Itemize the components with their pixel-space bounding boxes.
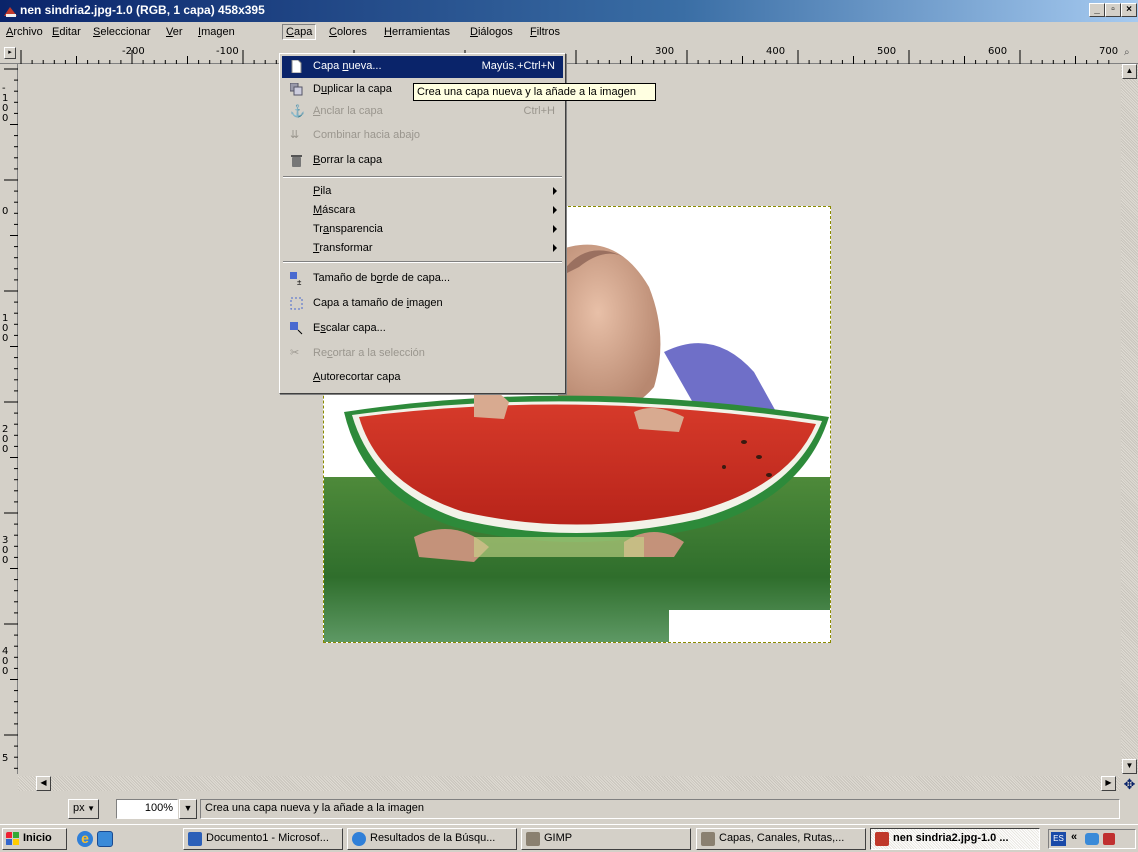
submenu-arrow-icon [553, 206, 557, 214]
taskbar-button-layers[interactable]: Capas, Canales, Rutas,... [696, 828, 866, 850]
network-icon[interactable] [1085, 833, 1099, 845]
menu-archivo[interactable]: Archivo [3, 25, 46, 41]
ruler-label: -100 [216, 46, 239, 57]
desktop-icon[interactable] [97, 831, 113, 847]
menu-separator [283, 261, 562, 263]
language-indicator[interactable]: ES [1051, 832, 1066, 846]
menu-capa[interactable]: Capa [282, 24, 317, 40]
ruler-label: 200 [2, 424, 9, 455]
taskbar: Inicio e Documento1 - Microsof... Result… [0, 824, 1138, 852]
scroll-up-button[interactable]: ▲ [1122, 64, 1137, 79]
menu-filtros[interactable]: Filtros [527, 25, 563, 41]
duplicate-layer-icon [290, 83, 303, 96]
ruler-label: -100 [2, 83, 9, 124]
maximize-button[interactable]: ▫ [1105, 3, 1121, 17]
close-button[interactable]: × [1121, 3, 1137, 17]
menu-item-transformar[interactable]: Transformar [282, 238, 563, 260]
scroll-right-button[interactable]: ▶ [1101, 776, 1116, 791]
trash-icon [291, 155, 302, 167]
status-bar: px ▼ 100% ▼ Crea una capa nueva y la añad… [0, 796, 1138, 820]
menu-item-autorecortar-capa[interactable]: Autorecortar capa [282, 367, 563, 389]
ruler-label: 300 [655, 46, 675, 57]
menu-item-capa-nueva[interactable]: Capa nueva... Mayús.+Ctrl+N [282, 56, 563, 78]
capa-menu: Capa nueva... Mayús.+Ctrl+N Duplicar la … [279, 53, 566, 394]
layer-to-image-icon [290, 297, 303, 310]
taskbar-button-image[interactable]: nen sindria2.jpg-1.0 ... [870, 828, 1040, 850]
submenu-arrow-icon [553, 244, 557, 252]
chevron-down-icon: ▼ [87, 804, 95, 813]
gimp-image-icon [875, 832, 889, 846]
vertical-scrollbar[interactable]: ▲ ▼ [1121, 64, 1138, 774]
scroll-down-button[interactable]: ▼ [1122, 759, 1137, 774]
menu-item-combinar-abajo[interactable]: ⇊ Combinar hacia abajo [282, 125, 563, 147]
menu-imagen[interactable]: Imagen [195, 25, 238, 41]
security-icon[interactable] [1103, 833, 1115, 845]
taskbar-button-ie[interactable]: Resultados de la Búsqu... [347, 828, 517, 850]
ruler-label: -200 [122, 46, 145, 57]
merge-down-icon: ⇊ [290, 129, 300, 141]
submenu-arrow-icon [553, 225, 557, 233]
word-icon [188, 832, 202, 846]
zoom-dropdown-button[interactable]: ▼ [179, 799, 197, 819]
menu-item-escalar-capa[interactable]: Escalar capa... [282, 318, 563, 340]
ruler-label: 600 [988, 46, 1008, 57]
new-layer-icon [291, 60, 302, 73]
menu-item-capa-tamano-imagen[interactable]: Capa a tamaño de imagen [282, 293, 563, 315]
ruler-label: 400 [766, 46, 786, 57]
ruler-label: 5 [2, 753, 9, 764]
ie-icon[interactable]: e [77, 831, 93, 847]
ruler-label: 300 [2, 535, 9, 566]
status-message: Crea una capa nueva y la añade a la imag… [200, 799, 1120, 819]
ruler-label: 500 [877, 46, 897, 57]
taskbar-button-gimp[interactable]: GIMP [521, 828, 691, 850]
crop-icon: ✂ [290, 347, 300, 359]
menu-item-recortar-seleccion[interactable]: ✂ Recortar a la selección [282, 343, 563, 365]
gimp-icon [701, 832, 715, 846]
zoom-icon[interactable]: ⌕ [1124, 47, 1130, 58]
tray-chevron[interactable]: « [1071, 831, 1077, 843]
menu-separator [283, 176, 562, 178]
ruler-label: 400 [2, 646, 9, 677]
quick-mask-icon[interactable]: ▸ [4, 47, 16, 59]
windows-logo-icon [6, 832, 19, 845]
title-bar[interactable]: nen sindria2.jpg-1.0 (RGB, 1 capa) 458x3… [0, 0, 1138, 22]
menu-editar[interactable]: Editar [49, 25, 84, 41]
vertical-ruler[interactable]: -100 0 100 200 300 400 5 [0, 64, 18, 774]
taskbar-button-word[interactable]: Documento1 - Microsof... [183, 828, 343, 850]
menu-dialogos[interactable]: Diálogos [467, 25, 516, 41]
window-title: nen sindria2.jpg-1.0 (RGB, 1 capa) 458x3… [20, 3, 265, 17]
start-button[interactable]: Inicio [2, 828, 67, 850]
gimp-icon [4, 7, 17, 17]
menu-item-tamano-borde[interactable]: ± Tamaño de borde de capa... [282, 268, 563, 290]
menu-herramientas[interactable]: Herramientas [381, 25, 453, 41]
menu-bar: Archivo Editar Seleccionar Ver Imagen Ca… [0, 22, 1138, 42]
horizontal-scrollbar[interactable]: ◀ ▶ [18, 776, 1120, 791]
scroll-left-button[interactable]: ◀ [36, 776, 51, 791]
submenu-arrow-icon [553, 187, 557, 195]
gimp-icon [526, 832, 540, 846]
navigate-icon[interactable]: ✥ [1121, 776, 1138, 793]
ruler-label: 0 [2, 206, 9, 217]
menu-seleccionar[interactable]: Seleccionar [90, 25, 153, 41]
scale-layer-icon [290, 322, 303, 335]
corner-pad [0, 776, 18, 791]
anchor-icon: ⚓ [290, 104, 305, 118]
system-tray: ES « [1048, 829, 1136, 849]
ruler-ticks [20, 50, 1110, 64]
zoom-field[interactable]: 100% [116, 799, 178, 819]
menu-item-borrar-capa[interactable]: Borrar la capa [282, 150, 563, 172]
menu-colores[interactable]: Colores [326, 25, 370, 41]
image-canvas[interactable] [19, 65, 1119, 775]
horizontal-ruler[interactable]: ▸ -200 -100 300 400 500 600 700 ⌕ [0, 44, 1138, 64]
tooltip: Crea una capa nueva y la añade a la imag… [413, 83, 656, 101]
unit-select[interactable]: px ▼ [68, 799, 99, 819]
ruler-label: 100 [2, 313, 9, 344]
layer-boundary-icon: ± [290, 272, 302, 285]
minimize-button[interactable]: _ [1089, 3, 1105, 17]
menu-item-anclar-capa[interactable]: ⚓ Anclar la capa Ctrl+H [282, 101, 563, 123]
ruler-label: 700 [1099, 46, 1119, 57]
ie-icon [352, 832, 366, 846]
menu-ver[interactable]: Ver [163, 25, 186, 41]
svg-text:±: ± [297, 278, 302, 285]
